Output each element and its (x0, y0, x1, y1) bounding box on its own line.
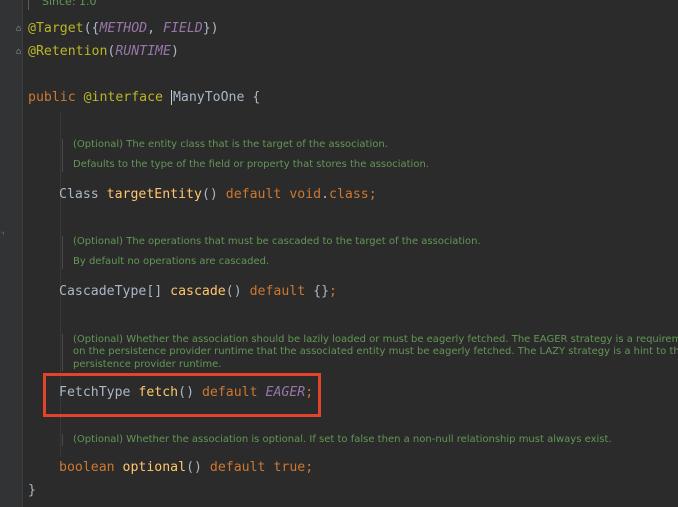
doc-comment-target-entity: (Optional) The entity class that is the … (62, 139, 678, 172)
target-annotation-line: @Target({METHOD, FIELD}) (28, 21, 219, 36)
fetch-highlight-box (43, 373, 321, 417)
fold-icon[interactable]: ⌂ (16, 24, 24, 34)
interface-name: ManyToOne (170, 90, 245, 105)
fold-icon[interactable]: ⌂ (16, 47, 24, 57)
gutter-divider (22, 0, 23, 507)
doc-comment-fetch: (Optional) Whether the association shoul… (62, 334, 678, 371)
doc-comment-cascade: (Optional) The operations that must be c… (62, 236, 678, 269)
gutter-marker-icon: ⌝ (0, 231, 6, 241)
retention-annotation-line: @Retention(RUNTIME) (28, 44, 179, 59)
closing-brace: } (28, 483, 36, 498)
doc-comment-optional: (Optional) Whether the association is op… (62, 434, 678, 447)
since-doc: Since: 1.0 (42, 0, 97, 8)
doc-bar (28, 0, 29, 10)
editor-gutter (0, 0, 22, 507)
member-cascade: CascadeType[] cascade() default {}; (59, 284, 337, 299)
member-optional: boolean optional() default true; (59, 460, 314, 475)
interface-declaration-line: public @interface ManyToOne { (28, 90, 261, 105)
member-target-entity: Class targetEntity() default void.class; (59, 187, 377, 202)
